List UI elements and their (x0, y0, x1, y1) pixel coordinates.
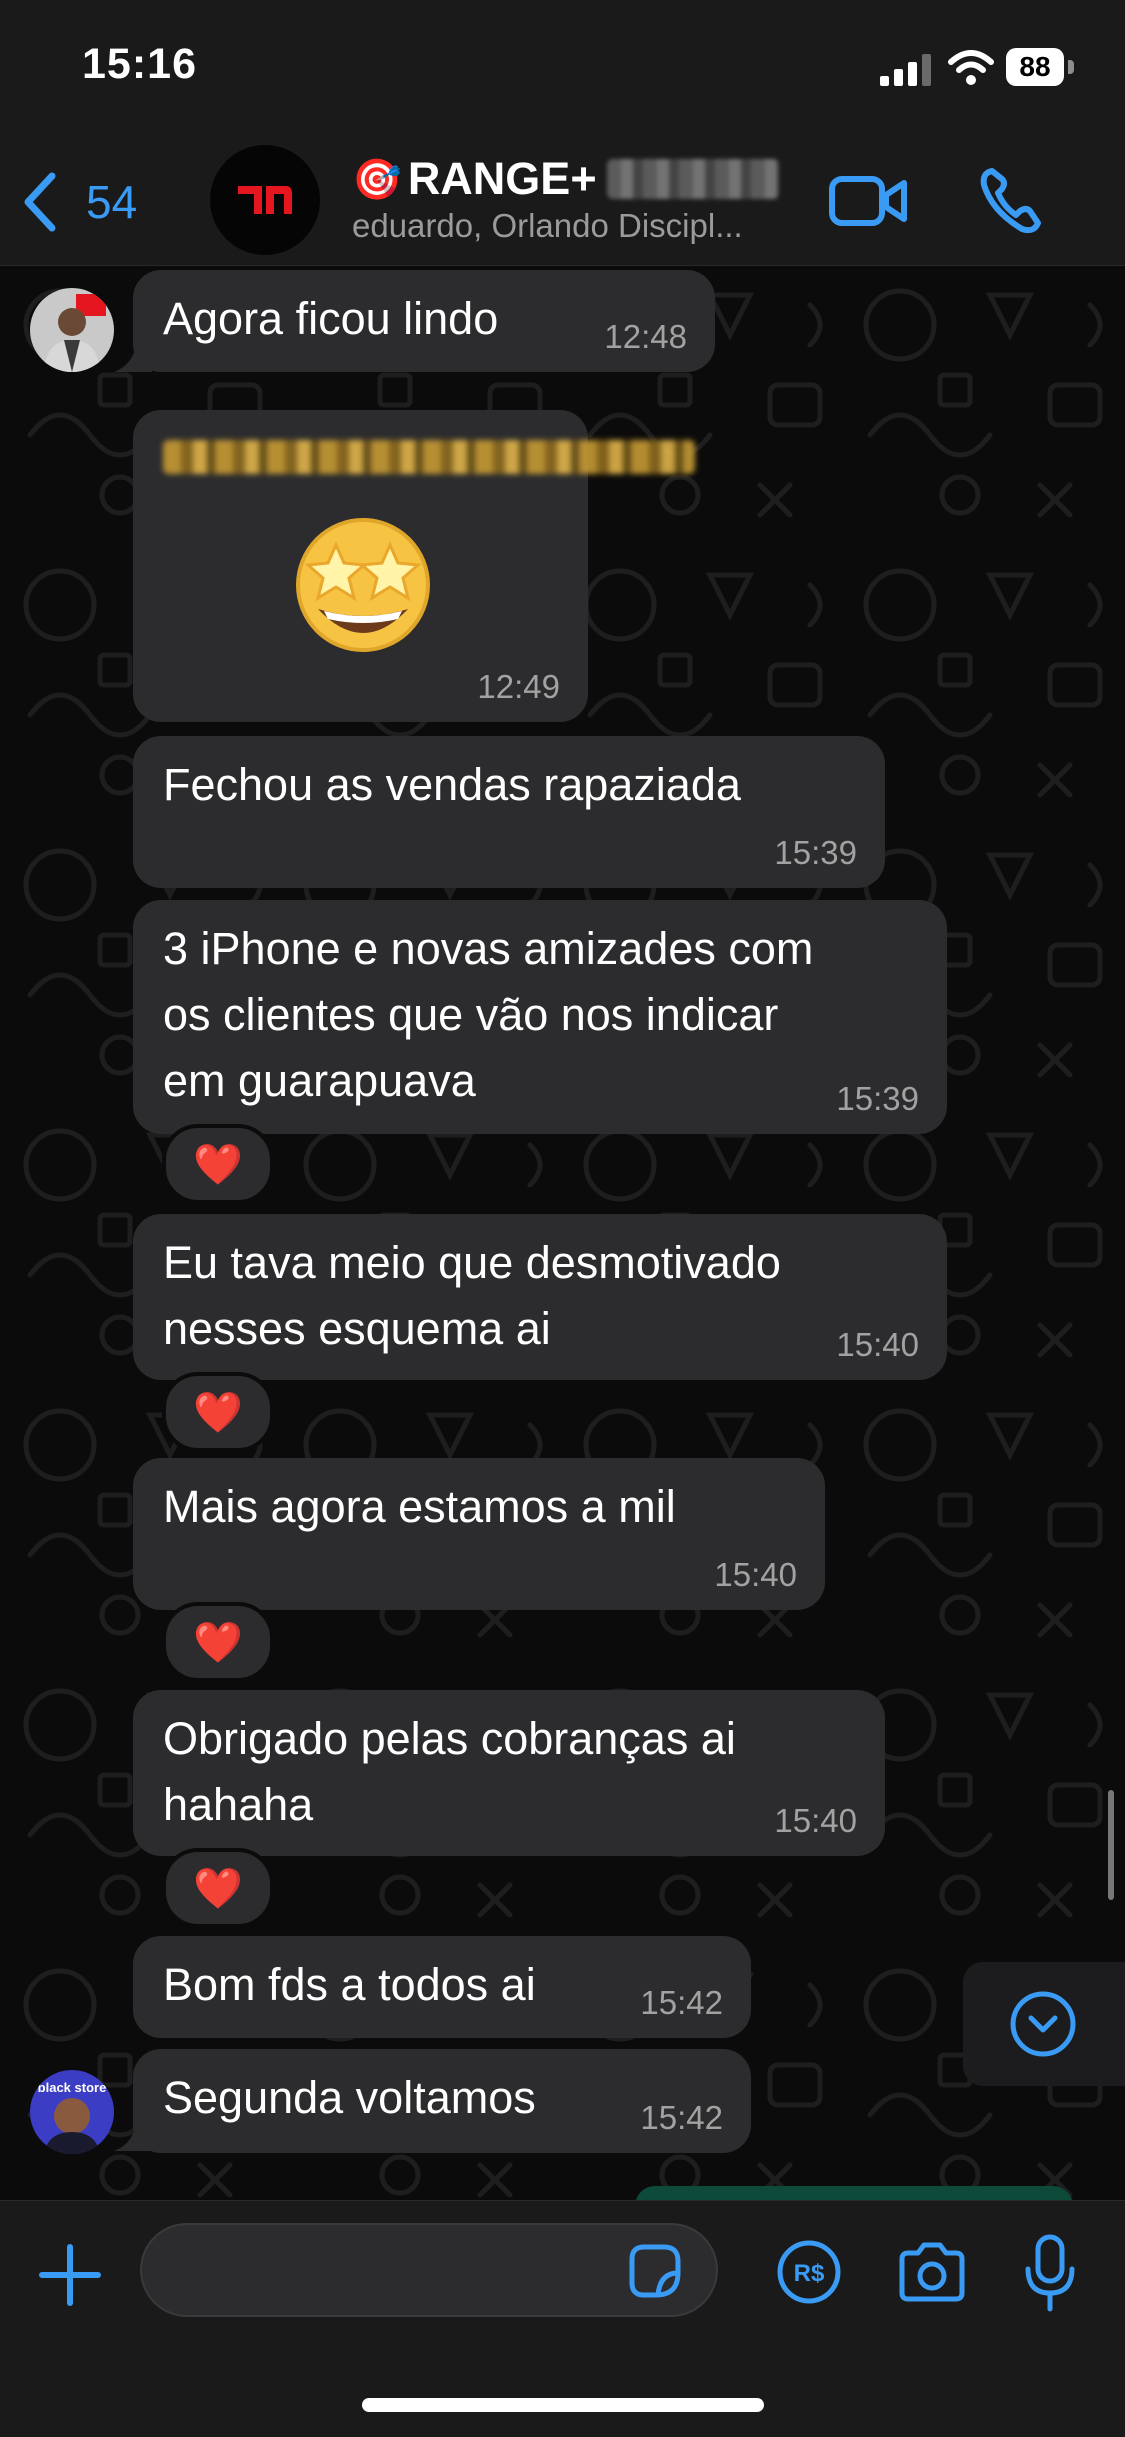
group-logo-icon (238, 186, 292, 214)
message-time: 15:40 (714, 1556, 797, 1593)
bubble-tail (114, 334, 152, 372)
message-bubble[interactable]: Mais agora estamos a mil 15:40 (133, 1458, 825, 1610)
message-time: 15:39 (836, 1080, 919, 1117)
sender-avatar[interactable] (30, 288, 114, 372)
video-call-icon[interactable] (828, 173, 908, 229)
wifi-icon (948, 50, 994, 85)
message-text: Segunda voltamos (163, 2072, 536, 2123)
message-time: 15:42 (640, 2099, 723, 2136)
battery-level: 88 (1006, 48, 1064, 86)
message-text: Mais agora estamos a mil (163, 1481, 676, 1532)
chat-header: 54 🎯 RANGE+ eduardo, Orlando Discipl... (0, 135, 1125, 266)
camera-icon[interactable] (896, 2241, 968, 2303)
redacted-sender-name (163, 440, 695, 474)
message-bubble[interactable]: Obrigado pelas cobranças ai hahaha 15:40 (133, 1690, 885, 1856)
message-time: 15:40 (836, 1326, 919, 1363)
microphone-icon[interactable] (1022, 2233, 1078, 2313)
heart-reaction[interactable]: ❤️ (162, 1602, 274, 1682)
message-bubble[interactable]: Eu tava meio que desmotivado nesses esqu… (133, 1214, 947, 1380)
sticker-message[interactable]: 12:49 (133, 410, 695, 722)
battery-icon: 88 (1006, 48, 1078, 88)
home-indicator[interactable] (362, 2398, 764, 2412)
status-bar: 15:16 88 (0, 0, 1125, 135)
message-time: 15:39 (774, 834, 857, 871)
status-time: 15:16 (82, 40, 197, 88)
sticker-icon[interactable] (624, 2241, 684, 2301)
star-struck-emoji-icon (296, 518, 430, 652)
group-title[interactable]: 🎯 RANGE+ (352, 153, 779, 205)
message-bubble[interactable]: Segunda voltamos 15:42 (133, 2049, 751, 2153)
message-bubble[interactable]: Bom fds a todos ai 15:42 (133, 1936, 751, 2038)
message-text: Fechou as vendas rapaziada (163, 759, 741, 810)
message-bubble[interactable]: 3 iPhone e novas amizades com os cliente… (133, 900, 947, 1134)
message-text: Obrigado pelas cobranças ai hahaha (163, 1713, 736, 1830)
composer-bar: R$ (0, 2200, 1125, 2437)
group-members[interactable]: eduardo, Orlando Discipl... (352, 207, 743, 245)
cellular-signal-icon (880, 54, 931, 86)
message-time: 15:42 (640, 1984, 723, 2021)
bubble-tail (114, 2113, 152, 2151)
sender-avatar[interactable]: black store (30, 2070, 114, 2154)
scroll-indicator[interactable] (1108, 1790, 1114, 1900)
heart-reaction[interactable]: ❤️ (162, 1848, 274, 1928)
message-text: Eu tava meio que desmotivado nesses esqu… (163, 1237, 781, 1354)
payment-icon[interactable]: R$ (776, 2239, 842, 2305)
message-bubble[interactable]: Agora ficou lindo 12:48 (133, 270, 715, 372)
redacted-name (606, 159, 779, 199)
scroll-down-button[interactable] (963, 1962, 1125, 2086)
group-name: RANGE+ (407, 153, 597, 204)
avatar-label: black store (38, 2080, 107, 2095)
message-text: Agora ficou lindo (163, 293, 499, 344)
back-button[interactable]: 54 (22, 167, 137, 237)
group-avatar[interactable] (210, 145, 320, 255)
message-bubble[interactable]: Fechou as vendas rapaziada 15:39 (133, 736, 885, 888)
message-time: 12:49 (477, 668, 560, 705)
plus-icon[interactable] (38, 2243, 102, 2307)
message-time: 12:48 (604, 318, 687, 355)
heart-reaction[interactable]: ❤️ (162, 1372, 274, 1452)
target-icon: 🎯 (352, 157, 402, 202)
svg-text:R$: R$ (794, 2260, 825, 2287)
message-text: Bom fds a todos ai (163, 1959, 536, 2010)
phone-call-icon[interactable] (978, 165, 1042, 235)
unread-count: 54 (86, 176, 138, 228)
chevron-down-circle-icon (1010, 1991, 1076, 2057)
chevron-left-icon (24, 172, 56, 232)
message-text: 3 iPhone e novas amizades com os cliente… (163, 923, 814, 1106)
heart-reaction[interactable]: ❤️ (162, 1124, 274, 1204)
message-time: 15:40 (774, 1802, 857, 1839)
